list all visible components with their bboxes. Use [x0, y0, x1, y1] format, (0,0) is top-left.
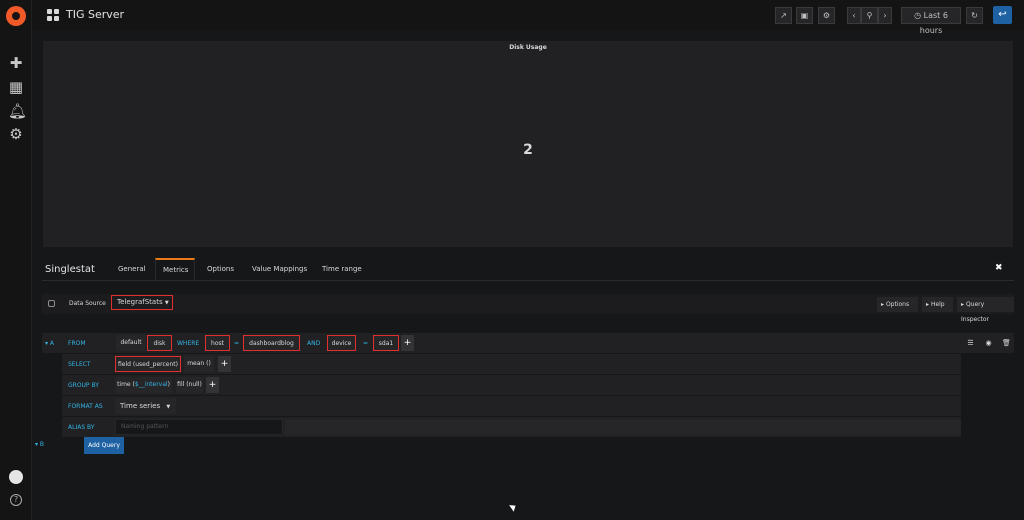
panel-title[interactable]: Disk Usage [43, 44, 1013, 51]
time-range-label: Last 6 hours [919, 11, 948, 35]
collapse-query-a[interactable]: ▾ A [45, 340, 54, 347]
help-button[interactable]: ▸ Help [922, 297, 953, 312]
query-row-alias: ALIAS BY Naming pattern [62, 417, 961, 437]
tag-value-host[interactable]: dashboardblog [243, 335, 300, 351]
group-by-label: GROUP BY [68, 382, 99, 389]
group-by-time-suffix: ) [167, 381, 170, 388]
caret-right-icon: ▸ [881, 301, 885, 308]
tab-time-range[interactable]: Time range [322, 265, 362, 273]
operator-2[interactable]: = [363, 340, 368, 347]
group-by-fill[interactable]: fill (null) [176, 377, 203, 393]
add-group-by-button[interactable]: + [206, 377, 219, 393]
select-label: SELECT [68, 361, 91, 368]
query-editor: ▾ A FROM default disk WHERE host = dashb… [42, 333, 1014, 437]
panel-editor: Singlestat General Metrics Options Value… [32, 255, 1024, 520]
refresh-icon[interactable]: ↻ [966, 7, 983, 24]
format-as-label: FORMAT AS [68, 403, 103, 410]
back-arrow-icon: ↩ [998, 9, 1007, 20]
format-as-select[interactable]: Time series ▼ [115, 398, 176, 414]
query-row-format: FORMAT AS Time series ▼ [62, 396, 961, 416]
group-by-time[interactable]: time ($__interval) [115, 377, 172, 393]
query-row-from: ▾ A FROM default disk WHERE host = dashb… [42, 333, 1014, 353]
tab-general[interactable]: General [118, 265, 146, 273]
caret-down-icon: ▼ [166, 404, 171, 410]
tag-value-device[interactable]: sda1 [373, 335, 399, 351]
select-field[interactable]: field (used_percent) [115, 356, 181, 372]
group-by-time-prefix: time ( [117, 381, 135, 388]
operator-1[interactable]: = [234, 340, 239, 347]
panel-preview: Disk Usage 2 [43, 41, 1013, 247]
top-navbar: TIG Server ↗ ▣ ⚙ ‹ ⚲ › ◷ Last 6 hours ↻ … [32, 0, 1024, 35]
eye-icon[interactable]: ◉ [982, 337, 995, 349]
select-function[interactable]: mean () [184, 356, 214, 372]
datasource-select[interactable]: TelegrafStats ▼ [111, 295, 173, 310]
settings-icon[interactable]: ⚙ [818, 7, 835, 24]
measurement-select[interactable]: disk [147, 335, 172, 351]
editor-title: Singlestat [45, 264, 95, 275]
time-picker-button[interactable]: ◷ Last 6 hours [901, 7, 961, 35]
query-ref-b: B [39, 441, 45, 448]
dashboard-title[interactable]: TIG Server [66, 8, 124, 21]
where-label: WHERE [177, 340, 200, 347]
help-label: Help [930, 301, 945, 308]
query-ref-a: A [49, 340, 55, 347]
tab-options[interactable]: Options [207, 265, 234, 273]
chevron-left-icon[interactable]: ‹ [847, 7, 861, 24]
caret-right-icon: ▸ [926, 301, 930, 308]
collapse-query-b[interactable]: ▾ B [35, 441, 44, 448]
clock-icon: ◷ [914, 11, 922, 20]
datasource-row: Data Source TelegrafStats ▼ ▸ Options ▸ … [42, 294, 1014, 323]
alias-spacer [285, 419, 961, 435]
help-icon[interactable]: ? [10, 494, 22, 506]
alias-by-label: ALIAS BY [68, 424, 95, 431]
alias-input[interactable]: Naming pattern [115, 419, 283, 435]
add-query-button[interactable]: Add Query [84, 437, 124, 454]
options-button[interactable]: ▸ Options [877, 297, 918, 312]
grafana-logo-icon[interactable] [6, 6, 26, 26]
add-condition-button[interactable]: + [401, 335, 414, 351]
singlestat-value: 2 [523, 142, 533, 158]
from-label: FROM [68, 340, 86, 347]
datasource-value: TelegrafStats [117, 298, 163, 306]
query-inspector-label: Query Inspector [961, 301, 989, 323]
caret-right-icon: ▸ [961, 301, 965, 308]
save-icon[interactable]: ▣ [796, 7, 813, 24]
dashboard-grid-icon[interactable] [47, 9, 59, 21]
back-to-dashboard-button[interactable]: ↩ [993, 6, 1012, 24]
sidebar: ✚ ▦ 🔔︎ ⚙ ? [0, 0, 32, 520]
tag-key-device[interactable]: device [327, 335, 356, 351]
query-row-group-by: GROUP BY time ($__interval) fill (null) … [62, 375, 961, 395]
group-by-time-var: $__interval [134, 381, 168, 388]
gear-icon[interactable]: ⚙ [8, 126, 24, 142]
bell-icon[interactable]: 🔔︎ [8, 103, 27, 119]
query-row-select: SELECT field (used_percent) mean () + [62, 354, 961, 374]
format-as-value: Time series [120, 402, 161, 410]
zoom-out-icon[interactable]: ⚲ [861, 7, 878, 24]
tab-value-mappings[interactable]: Value Mappings [252, 265, 307, 273]
tab-metrics[interactable]: Metrics [155, 258, 195, 280]
trash-icon[interactable]: 🗑︎ [1000, 337, 1013, 349]
close-icon[interactable]: ✖ [995, 263, 1003, 273]
tag-key-host[interactable]: host [205, 335, 230, 351]
plus-icon[interactable]: ✚ [8, 55, 24, 71]
menu-icon[interactable]: ☰ [964, 337, 977, 349]
dashboards-icon[interactable]: ▦ [8, 79, 24, 95]
chevron-right-icon[interactable]: › [878, 7, 892, 24]
database-icon [48, 300, 55, 307]
query-inspector-button[interactable]: ▸ Query Inspector [957, 297, 1014, 323]
share-icon[interactable]: ↗ [775, 7, 792, 24]
options-label: Options [885, 301, 910, 308]
and-label: AND [307, 340, 321, 347]
avatar[interactable] [9, 470, 23, 484]
add-select-button[interactable]: + [218, 356, 231, 372]
divider [42, 280, 1014, 281]
caret-down-icon: ▼ [164, 300, 169, 306]
datasource-label: Data Source [69, 300, 106, 307]
retention-policy[interactable]: default [116, 335, 146, 351]
